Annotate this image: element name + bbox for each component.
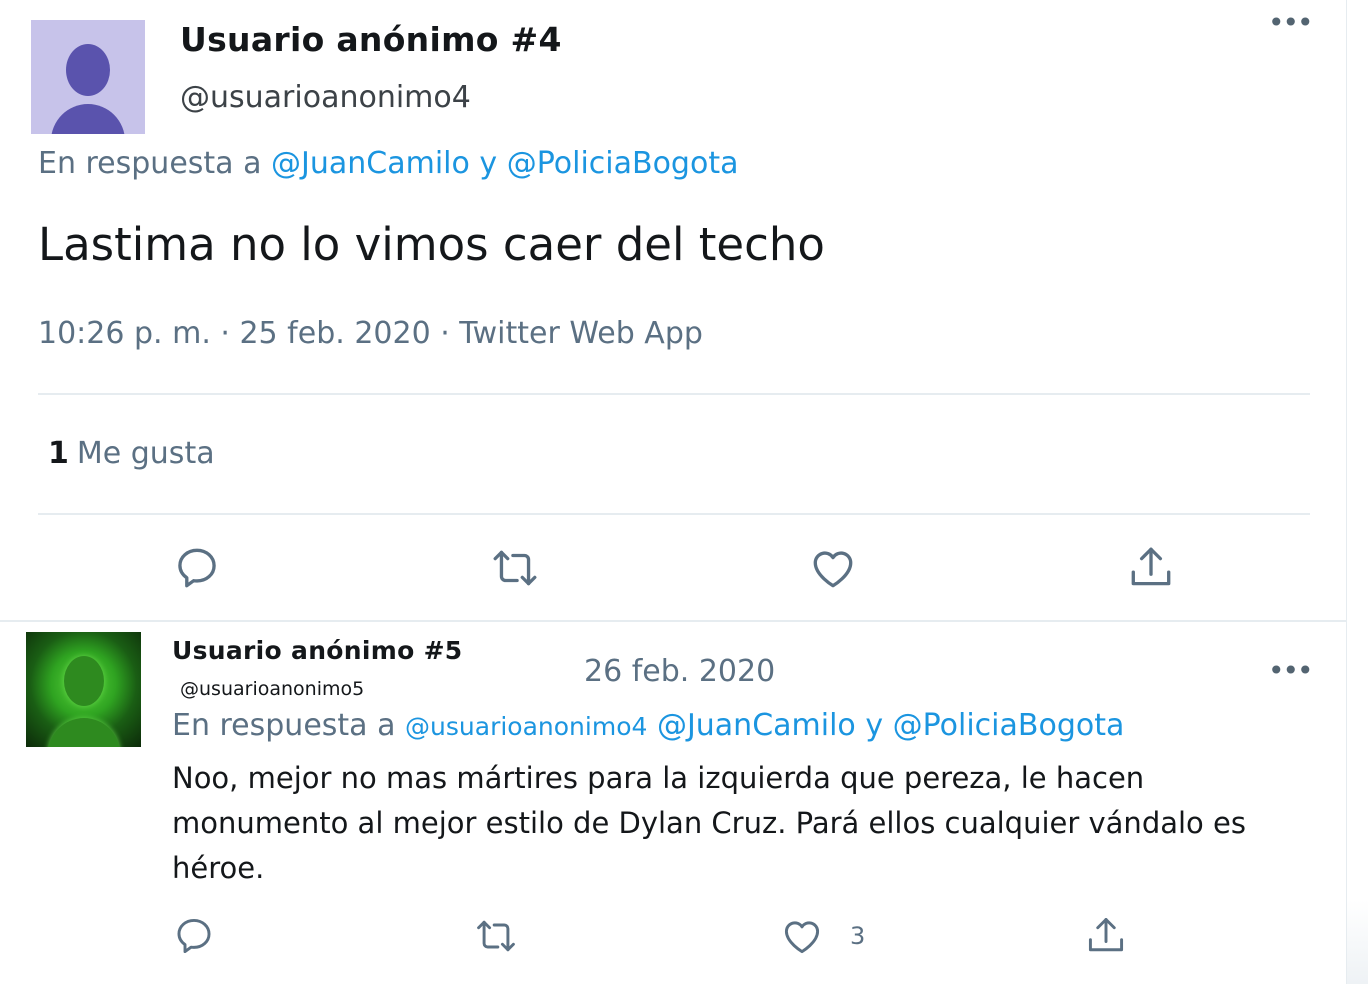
reply-context: En respuesta a @JuanCamilo y @PoliciaBog…	[38, 146, 738, 181]
reply-prefix: En respuesta a	[172, 708, 396, 743]
tweet-meta[interactable]: 10:26 p. m. · 25 feb. 2020 · Twitter Web…	[38, 316, 703, 351]
share-icon[interactable]	[1126, 543, 1176, 593]
avatar[interactable]	[26, 632, 141, 747]
mention-link[interactable]: @PoliciaBogota	[507, 146, 739, 181]
avatar[interactable]	[31, 20, 145, 134]
scroll-edge	[1347, 900, 1368, 984]
divider	[38, 513, 1310, 515]
divider	[38, 393, 1310, 395]
user-handle[interactable]: @usuarioanonimo5	[180, 678, 364, 700]
like-icon[interactable]	[780, 914, 824, 958]
reply-context: En respuesta a @usuarioanonimo4 @JuanCam…	[172, 708, 1124, 743]
display-name[interactable]: Usuario anónimo #4	[180, 20, 562, 59]
retweet-icon[interactable]	[490, 543, 540, 593]
avatar-head	[64, 656, 104, 706]
avatar-body	[48, 718, 120, 747]
reply-prefix: En respuesta a	[38, 146, 262, 181]
mention-link[interactable]: @usuarioanonimo4	[405, 712, 647, 741]
user-handle[interactable]: @usuarioanonimo4	[180, 80, 471, 115]
tweet-text: Lastima no lo vimos caer del techo	[38, 218, 825, 271]
tweet-date[interactable]: 26 feb. 2020	[584, 654, 775, 689]
reply-icon[interactable]	[172, 914, 216, 958]
likes-count: 1	[48, 436, 69, 471]
reply-icon[interactable]	[172, 543, 222, 593]
like-count: 3	[850, 922, 866, 950]
retweet-icon[interactable]	[474, 914, 518, 958]
mention-link[interactable]: @JuanCamilo	[657, 708, 856, 743]
share-icon[interactable]	[1084, 914, 1128, 958]
column-border	[1346, 0, 1347, 984]
like-icon[interactable]	[808, 543, 858, 593]
more-icon[interactable]: •••	[1268, 8, 1314, 38]
likes-summary[interactable]: 1 Me gusta	[48, 436, 215, 471]
reply-joiner: y	[865, 708, 884, 743]
display-name[interactable]: Usuario anónimo #5	[172, 636, 463, 665]
mention-link[interactable]: @JuanCamilo	[271, 146, 470, 181]
tweet-text: Noo, mejor no mas mártires para la izqui…	[172, 761, 1246, 885]
mention-link[interactable]: @PoliciaBogota	[893, 708, 1125, 743]
avatar-head	[66, 44, 110, 96]
more-icon[interactable]: •••	[1268, 656, 1314, 686]
tweet-separator	[0, 620, 1347, 622]
reply-joiner: y	[479, 146, 498, 181]
avatar-body	[51, 104, 125, 134]
likes-label: Me gusta	[76, 436, 215, 471]
